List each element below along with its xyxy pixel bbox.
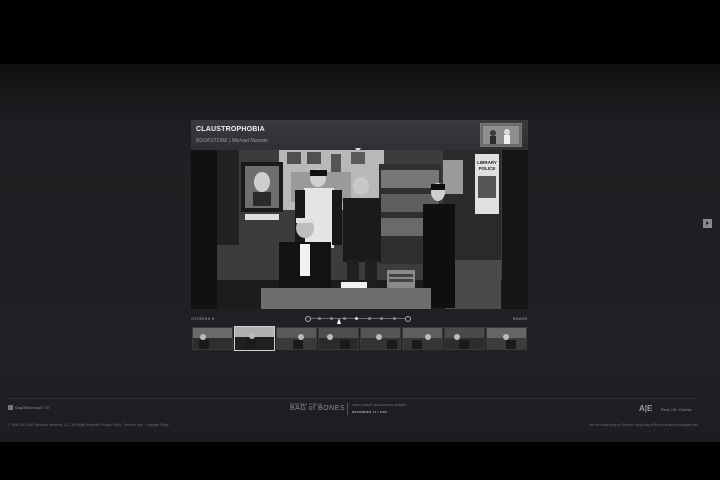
top-letterbox	[0, 0, 720, 64]
event-line-1: TWO-NIGHT TELEVISION EVENT	[352, 403, 407, 407]
timeline-stop[interactable]	[368, 317, 371, 320]
timeline-stop[interactable]	[305, 316, 311, 322]
facebook-label: BagOfBonesAE.TV	[15, 405, 50, 410]
event-line-2: DECEMBER 11 | 9/8C	[352, 410, 388, 414]
timeline-stop[interactable]	[343, 317, 346, 320]
event-info: TWO-NIGHT TELEVISION EVENT DECEMBER 11 |…	[352, 403, 406, 414]
share-button[interactable]: SHARE	[513, 316, 528, 321]
bottom-letterbox	[0, 442, 720, 480]
timeline-stop[interactable]	[405, 316, 411, 322]
legal-text: © 1996-2011 A&E Television Networks, LLC…	[8, 423, 169, 427]
timeline-stop[interactable]	[330, 317, 333, 320]
story-thumbnail[interactable]	[192, 327, 233, 350]
timeline-stop[interactable]	[318, 317, 321, 320]
thumbnail-strip	[191, 326, 528, 351]
photo-sign-lower: POLICE	[479, 166, 496, 171]
facebook-icon	[8, 405, 13, 411]
stories-menu[interactable]: STORIES ▾	[191, 316, 214, 321]
logo-divider	[347, 403, 348, 415]
story-photo: LIBRARY POLICE	[191, 150, 528, 309]
story-thumbnail[interactable]	[486, 327, 527, 350]
timeline-stop[interactable]	[380, 317, 383, 320]
header-preview-thumbnail[interactable]	[480, 123, 522, 147]
timeline-scrubber[interactable]	[305, 316, 411, 322]
timeline-stop[interactable]	[393, 317, 396, 320]
mouse-cursor-icon	[337, 318, 341, 324]
photo-sign-upper: LIBRARY	[477, 160, 497, 165]
story-title: CLAUSTROPHOBIA	[196, 126, 265, 133]
show-logo: STEPHEN KING'S BAG of BONES	[290, 402, 345, 412]
story-thumbnail[interactable]	[444, 327, 485, 350]
story-thumbnail[interactable]	[360, 327, 401, 350]
show-logo-main: BAG of BONES	[290, 405, 346, 412]
story-thumbnail[interactable]	[318, 327, 359, 350]
story-viewer: CLAUSTROPHOBIA BOOKSTORE | Michael Noona…	[191, 120, 528, 309]
viewer-controls: STORIES ▾ SHARE	[191, 314, 528, 324]
timeline-stop[interactable]	[355, 317, 358, 320]
credits-text: See the inside story on Stephen King's B…	[588, 423, 698, 427]
network-logo[interactable]: A|E	[639, 404, 652, 413]
story-thumbnail[interactable]	[234, 326, 275, 351]
footer-divider	[7, 398, 697, 399]
facebook-link[interactable]: BagOfBonesAE.TV	[8, 405, 50, 411]
story-subtitle: BOOKSTORE | Michael Noonan	[196, 138, 268, 144]
story-thumbnail[interactable]	[276, 327, 317, 350]
next-story-arrow-icon[interactable]	[703, 219, 712, 228]
story-thumbnail[interactable]	[402, 327, 443, 350]
network-tagline: Real Life. Drama.	[661, 407, 693, 412]
viewer-header: CLAUSTROPHOBIA BOOKSTORE | Michael Noona…	[191, 120, 528, 152]
